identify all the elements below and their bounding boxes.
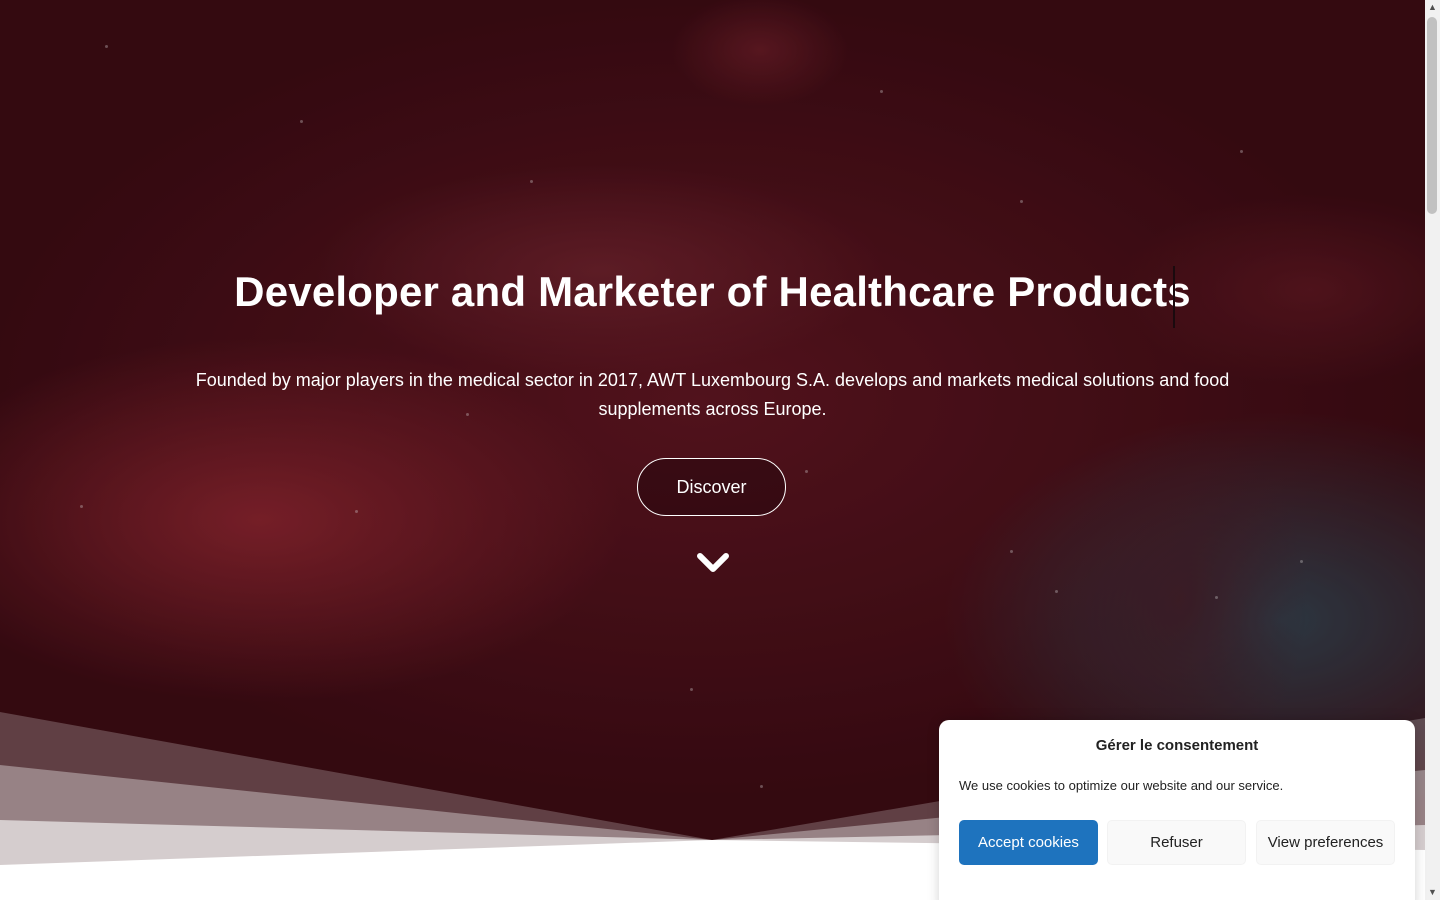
refuse-cookies-button[interactable]: Refuser <box>1107 820 1246 865</box>
hero-title: Developer and Marketer of Healthcare Pro… <box>234 268 1191 315</box>
scrollbar-thumb[interactable] <box>1427 17 1437 214</box>
arrow-up-icon[interactable]: ▲ <box>1425 0 1440 15</box>
consent-message: We use cookies to optimize our website a… <box>959 778 1284 793</box>
hero-subtitle: Founded by major players in the medical … <box>195 370 1230 419</box>
text-cursor <box>1173 266 1175 328</box>
arrow-down-icon[interactable]: ▼ <box>1425 885 1440 900</box>
discover-button[interactable]: Discover <box>637 458 786 516</box>
page: Developer and Marketer of Healthcare Pro… <box>0 0 1440 900</box>
view-preferences-button[interactable]: View preferences <box>1256 820 1395 865</box>
accept-cookies-button[interactable]: Accept cookies <box>959 820 1098 865</box>
cookie-consent-banner: Gérer le consentement We use cookies to … <box>939 720 1415 900</box>
chevron-down-icon[interactable] <box>696 550 730 576</box>
page-scrollbar[interactable]: ▲ ▼ <box>1425 0 1440 900</box>
consent-title: Gérer le consentement <box>1095 737 1259 754</box>
